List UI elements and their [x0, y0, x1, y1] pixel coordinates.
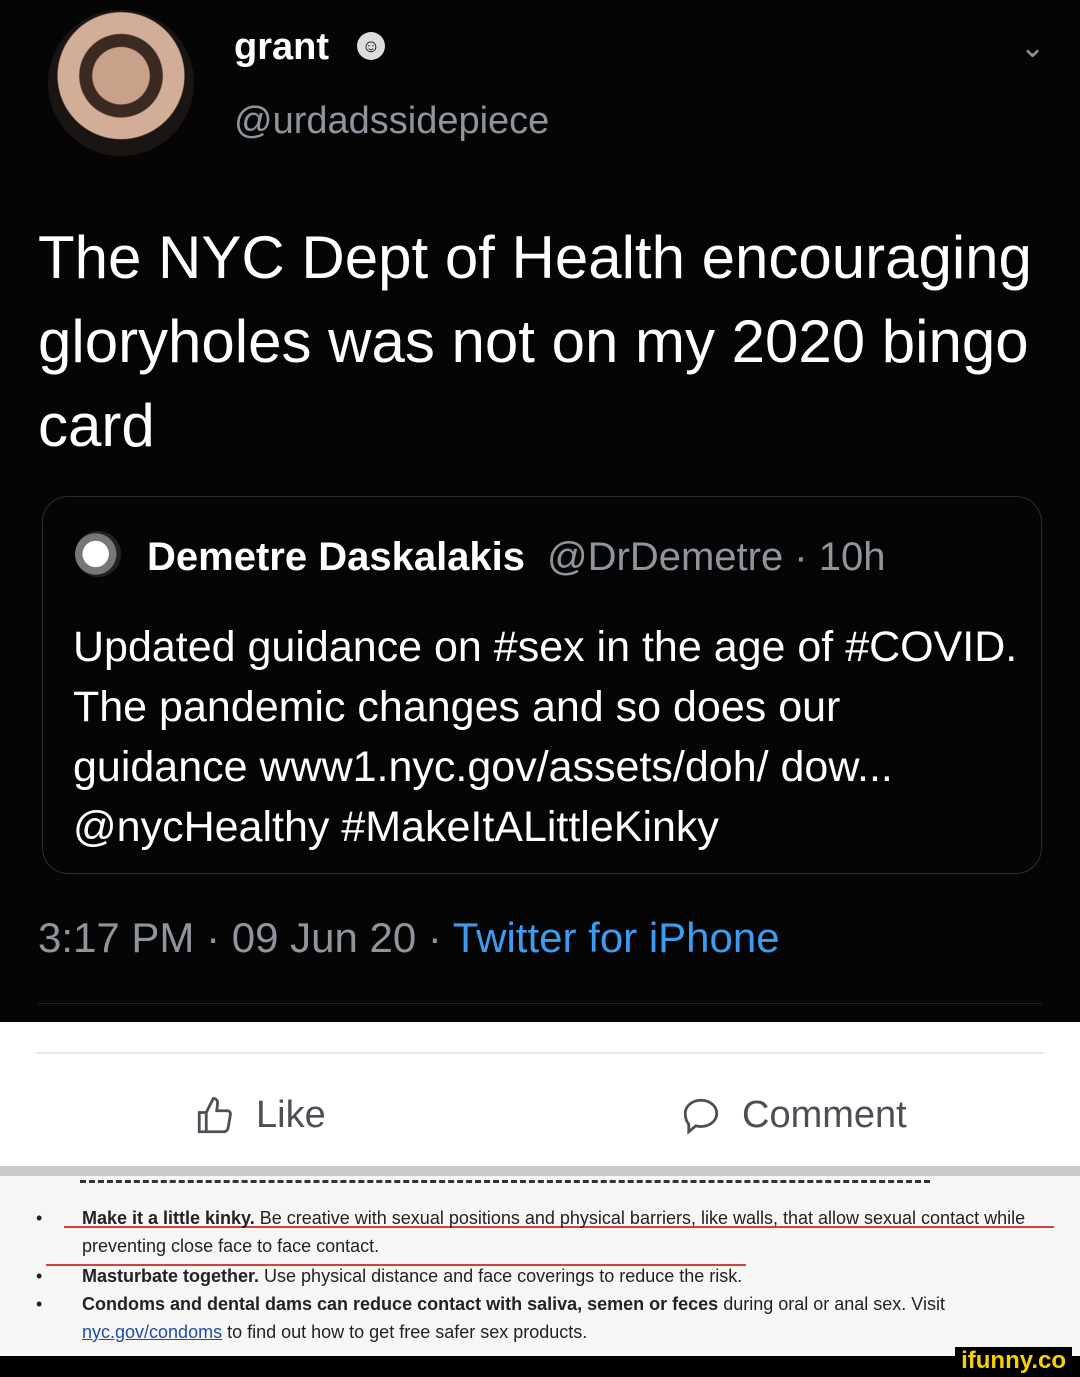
cropped-text-line [80, 1180, 930, 1187]
timestamp: 3:17 PM · 09 Jun 20 · [38, 914, 453, 961]
quoted-handle-time: @DrDemetre · 10h [547, 535, 886, 579]
like-label: Like [256, 1094, 326, 1136]
like-button[interactable]: Like [194, 1094, 326, 1137]
source-link[interactable]: Twitter for iPhone [453, 914, 780, 961]
divider [36, 1052, 1044, 1054]
tweet-text: The NYC Dept of Health encouraging glory… [38, 224, 1032, 459]
watermark: ifunny.co [955, 1347, 1072, 1375]
bullet-text: to find out how to get free safer sex pr… [222, 1322, 588, 1342]
quoted-display-name: Demetre Daskalakis [147, 535, 526, 579]
tweet-screenshot: grant ☺ @urdadssidepiece ⌄ The NYC Dept … [0, 0, 1080, 1022]
bullet-icon: • [36, 1208, 43, 1228]
divider [38, 1003, 1042, 1004]
facebook-action-bar: Like Comment [0, 1022, 1080, 1170]
bullet-heading: Condoms and dental dams can reduce conta… [82, 1294, 719, 1314]
quoted-tweet[interactable]: Demetre Daskalakis @DrDemetre · 10h Upda… [42, 496, 1042, 874]
comment-icon [683, 1098, 719, 1135]
footer-bar [0, 1356, 1080, 1377]
bullet-heading: Masturbate together. [82, 1266, 260, 1286]
bullet-heading: Make it a little kinky. [82, 1208, 255, 1228]
quoted-avatar [75, 531, 121, 577]
avatar[interactable] [48, 10, 194, 156]
emoji-icon: ☺ [357, 32, 385, 60]
display-name[interactable]: grant [234, 26, 329, 69]
bullet-text: Use physical distance and face coverings… [259, 1266, 743, 1286]
bullet-icon: • [36, 1294, 43, 1314]
condoms-link[interactable]: nyc.gov/condoms [82, 1322, 222, 1342]
user-handle[interactable]: @urdadssidepiece [234, 100, 549, 143]
chevron-down-icon[interactable]: ⌄ [1020, 30, 1045, 65]
bullet-icon: • [36, 1266, 43, 1286]
quoted-tweet-text: Updated guidance on #sex in the age of #… [73, 623, 1018, 851]
comment-label: Comment [742, 1094, 907, 1136]
tweet-meta: 3:17 PM · 09 Jun 20 · Twitter for iPhone [38, 914, 780, 962]
guidance-document: • Make it a little kinky. Be creative wi… [0, 1176, 1080, 1356]
comment-button[interactable]: Comment [680, 1094, 907, 1137]
thumbs-up-icon [197, 1096, 232, 1133]
bullet-text: during oral or anal sex. Visit [718, 1294, 945, 1314]
